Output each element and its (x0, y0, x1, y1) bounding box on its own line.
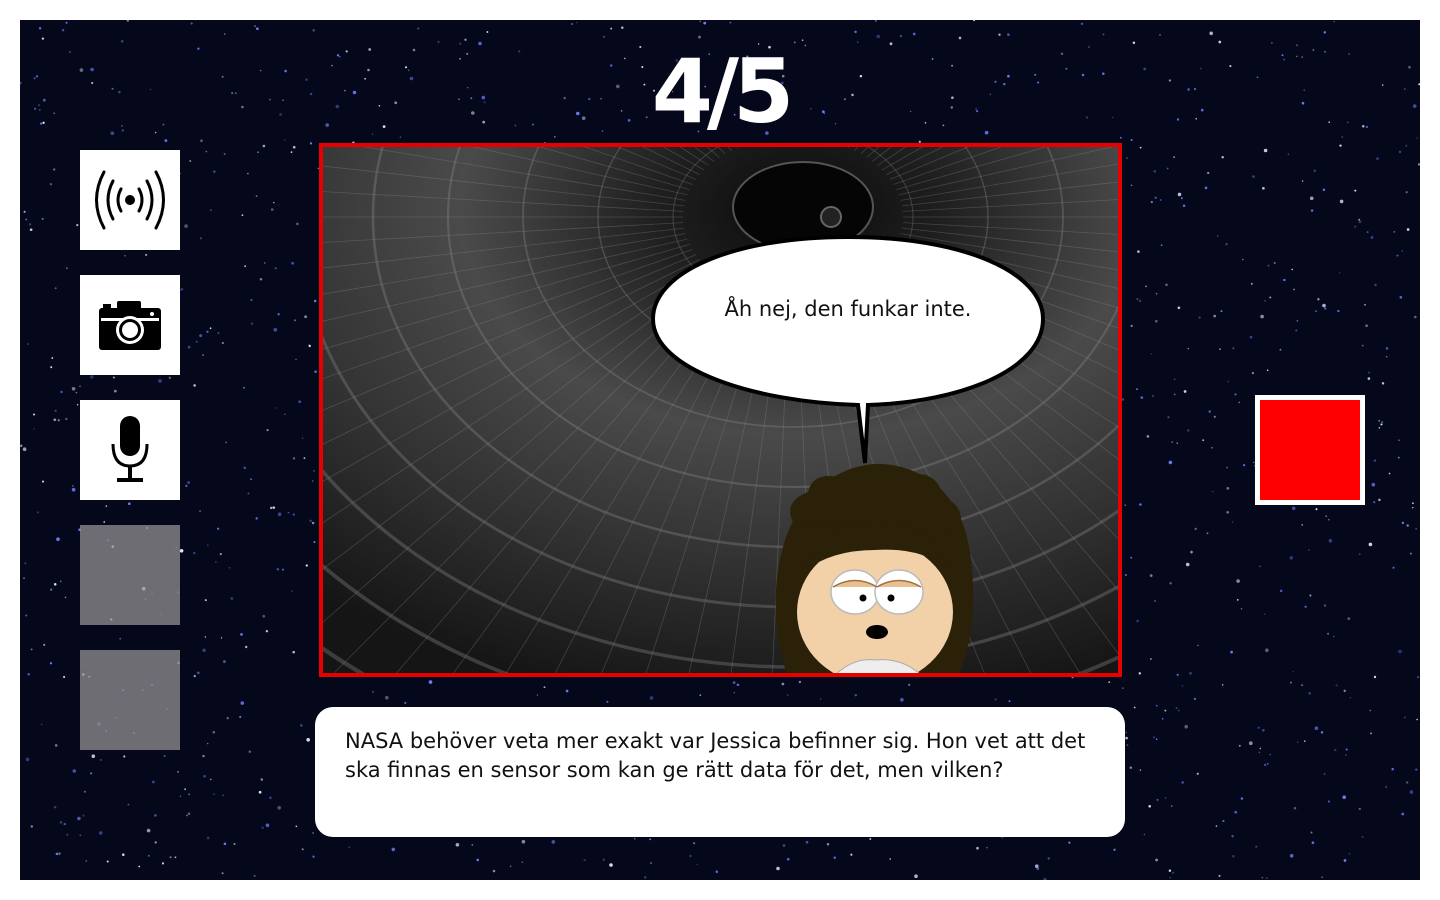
progress-counter: 4/5 (651, 40, 795, 143)
speech-bubble (650, 234, 1046, 464)
scene-frame: Åh nej, den funkar inte. (319, 143, 1122, 677)
tool-sensor-microphone[interactable] (80, 400, 180, 500)
speech-text: Åh nej, den funkar inte. (724, 297, 972, 321)
jessica-character (775, 463, 974, 673)
wireless-signal-icon (95, 170, 165, 230)
tool-sensor-wireless[interactable] (80, 150, 180, 250)
microphone-icon (111, 416, 149, 482)
narration-box: NASA behöver veta mer exakt var Jessica … (315, 707, 1125, 837)
tool-sensor-camera[interactable] (80, 275, 180, 375)
camera-icon (99, 301, 161, 350)
tool-slot-empty (80, 525, 180, 625)
sensor-drop-target[interactable] (1255, 395, 1365, 505)
tool-slot-empty (80, 650, 180, 750)
game-stage: 4/5 Åh nej, den funkar inte. NASA behöve… (20, 20, 1420, 880)
